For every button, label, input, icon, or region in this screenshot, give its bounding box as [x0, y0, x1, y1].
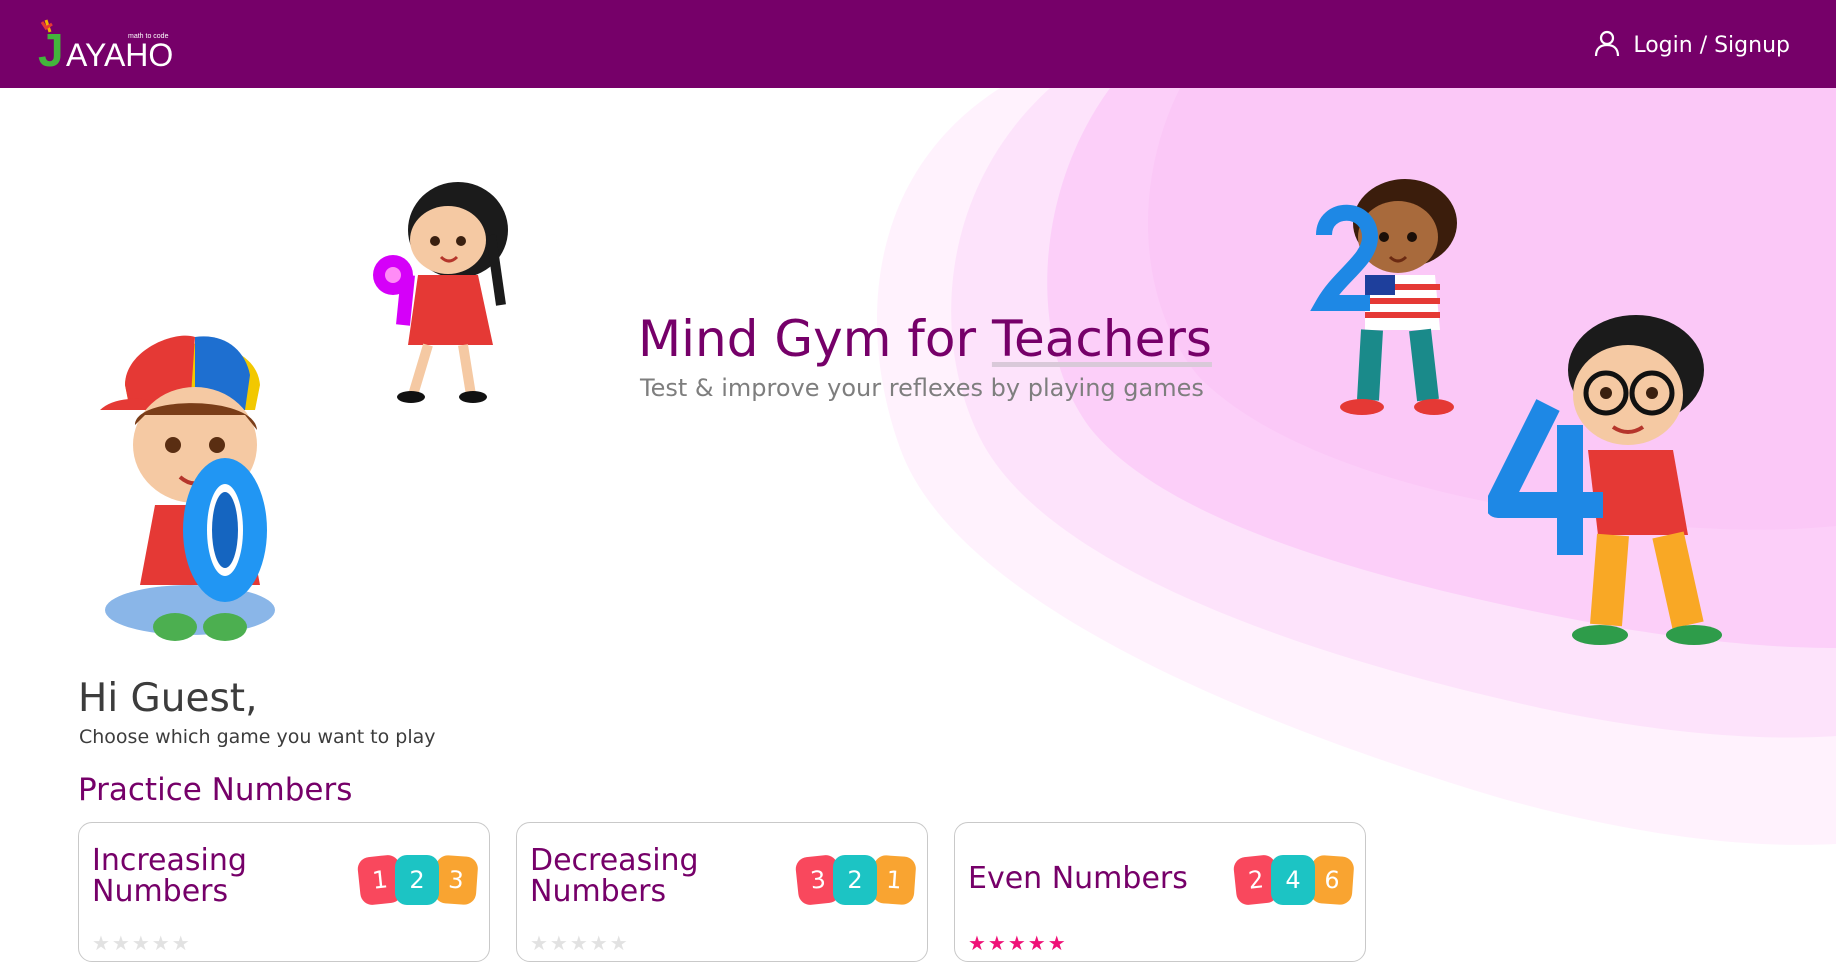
game-card-decreasing-numbers[interactable]: Decreasing Numbers 3 2 1 ★★★★★: [516, 822, 928, 962]
hero-subtitle: Test & improve your reflexes by playing …: [640, 374, 1204, 402]
section-title-practice-numbers: Practice Numbers: [78, 772, 353, 808]
svg-text:J: J: [38, 24, 64, 74]
number-tile: 3: [433, 854, 479, 906]
girl-holding-zero-illustration: [100, 335, 275, 641]
number-tile: 2: [395, 855, 439, 905]
star-rating: ★★★★★: [530, 931, 630, 955]
game-card-title: Decreasing Numbers: [530, 843, 699, 909]
greeting-title: Hi Guest,: [78, 676, 258, 721]
greeting-subtitle: Choose which game you want to play: [79, 726, 436, 748]
game-card-even-numbers[interactable]: Even Numbers 2 4 6 ★★★★★: [954, 822, 1366, 962]
number-tile: 1: [871, 854, 917, 906]
star-rating: ★★★★★: [968, 931, 1068, 955]
number-tiles: 3 2 1: [794, 853, 917, 908]
game-card-title: Even Numbers: [968, 861, 1188, 896]
game-card-increasing-numbers[interactable]: Increasing Numbers 1 2 3 ★★★★★: [78, 822, 490, 962]
user-icon: [1593, 29, 1621, 61]
number-tile: 2: [833, 855, 877, 905]
girl-holding-nine-illustration: [373, 182, 508, 403]
number-tile: 4: [1271, 855, 1315, 905]
hero-title: Mind Gym for Teachers: [638, 310, 1212, 368]
number-tiles: 2 4 6: [1232, 853, 1355, 908]
svg-text:AYAHO: AYAHO: [66, 37, 173, 73]
boy-holding-four-illustration: [1488, 315, 1722, 645]
svg-text:math to code: math to code: [128, 33, 169, 40]
star-rating: ★★★★★: [92, 931, 192, 955]
game-card-title: Increasing Numbers: [92, 843, 247, 909]
login-signup-button[interactable]: Login / Signup: [1593, 30, 1790, 60]
boy-holding-two-illustration: [1310, 179, 1457, 415]
top-navbar: J AYAHO math to code Login / Signup: [0, 0, 1836, 88]
hero-title-highlight: Teachers: [991, 310, 1212, 368]
number-tiles: 1 2 3: [356, 853, 479, 908]
number-tile: 6: [1309, 854, 1355, 906]
hero-title-text: Mind Gym for: [638, 310, 992, 368]
login-signup-label: Login / Signup: [1633, 32, 1790, 58]
jayaho-logo[interactable]: J AYAHO math to code: [32, 14, 192, 76]
